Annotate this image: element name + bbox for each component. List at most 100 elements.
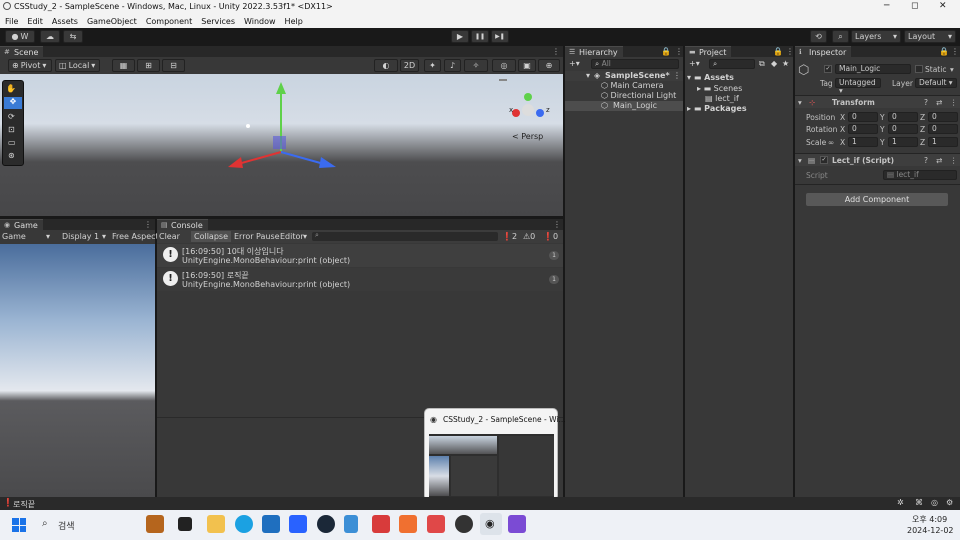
move-z-handle[interactable]: [280, 151, 325, 165]
step-button[interactable]: ▶❚: [491, 30, 509, 43]
visibility-toggle[interactable]: ◎: [492, 59, 516, 72]
position-z-field[interactable]: 0: [928, 112, 958, 122]
filter-icon[interactable]: ⧉: [759, 59, 765, 69]
transform-tool-icon[interactable]: ⊛: [8, 151, 15, 160]
project-item[interactable]: ▤ lect_if: [705, 94, 739, 103]
menu-help[interactable]: Help: [285, 17, 303, 26]
more-options-icon[interactable]: ⋮: [951, 46, 959, 57]
scene-root-row[interactable]: ▾ ◈ SampleScene* ⋮: [565, 71, 683, 81]
error-count-badge[interactable]: ❗0: [543, 232, 558, 241]
notepad-icon[interactable]: [344, 515, 358, 533]
preset-icon[interactable]: ⇄: [936, 156, 942, 165]
move-x-handle[interactable]: [237, 151, 282, 165]
tab-console[interactable]: ▤ Console: [157, 219, 208, 230]
more-options-icon[interactable]: ⋮: [675, 46, 683, 57]
account-button[interactable]: ● W: [5, 30, 35, 43]
menu-component[interactable]: Component: [146, 17, 192, 26]
align-button[interactable]: ⊟: [162, 59, 185, 72]
lock-icon[interactable]: 🔒: [773, 46, 783, 57]
persp-label[interactable]: < Persp: [512, 132, 543, 141]
orientation-gizmo-icon[interactable]: [522, 104, 534, 116]
scale-z-field[interactable]: 1: [928, 137, 958, 147]
console-entry[interactable]: ! [16:09:50] 로직끝 UnityEngine.MonoBehavio…: [157, 268, 563, 291]
more-options-icon[interactable]: ⋮: [786, 46, 794, 57]
pause-button[interactable]: ❚❚: [471, 30, 489, 43]
add-component-button[interactable]: Add Component: [806, 193, 948, 206]
project-search-input[interactable]: ⌕: [709, 59, 755, 69]
grid-snap-button[interactable]: ▦: [112, 59, 135, 72]
audio-toggle[interactable]: ♪: [444, 59, 461, 72]
search-button[interactable]: ⌕: [832, 30, 849, 43]
progress-icon[interactable]: ◎: [931, 498, 938, 507]
link-icon[interactable]: ∞: [828, 138, 834, 147]
play-button[interactable]: ▶: [451, 30, 469, 43]
more-options-icon[interactable]: ⋮: [144, 219, 152, 230]
tag-dropdown[interactable]: Untagged ▾: [835, 78, 881, 95]
close-button[interactable]: ✕: [939, 1, 947, 11]
more-options-icon[interactable]: ⋮: [950, 98, 958, 107]
file-explorer-icon[interactable]: [207, 515, 225, 533]
pivot-dropdown[interactable]: ⊕ Pivot ▾: [8, 59, 52, 72]
game-mode-dropdown[interactable]: Game: [2, 232, 26, 241]
help-icon[interactable]: ?: [924, 156, 928, 165]
collapse-toggle[interactable]: Collapse: [191, 231, 231, 242]
plane-handle[interactable]: [273, 136, 286, 149]
tab-scene[interactable]: # Scene: [0, 46, 44, 57]
taskbar-search-input[interactable]: 검색: [58, 519, 75, 532]
rotation-y-field[interactable]: 0: [888, 124, 918, 134]
position-y-field[interactable]: 0: [888, 112, 918, 122]
scale-y-field[interactable]: 1: [888, 137, 918, 147]
start-icon[interactable]: [12, 518, 26, 532]
help-icon[interactable]: ?: [924, 98, 928, 107]
settings-icon[interactable]: ⚙: [946, 498, 953, 507]
log-count-badge[interactable]: ❗2: [502, 232, 517, 241]
more-options-icon[interactable]: ⋮: [552, 46, 560, 57]
more-options-icon[interactable]: ⋮: [950, 156, 958, 165]
aspect-dropdown[interactable]: Free Aspect: [112, 232, 159, 241]
minimize-button[interactable]: ─: [884, 1, 889, 11]
layer-dropdown[interactable]: Default ▾: [915, 78, 957, 88]
static-checkbox[interactable]: [915, 65, 923, 73]
enabled-checkbox[interactable]: ✓: [820, 156, 828, 164]
draw-mode-button[interactable]: ◐: [374, 59, 398, 72]
menu-gameobject[interactable]: GameObject: [87, 17, 137, 26]
status-message[interactable]: 로직끝: [13, 499, 35, 510]
layers-dropdown[interactable]: Layers ▾: [851, 30, 901, 43]
hand-tool-icon[interactable]: ✋: [6, 84, 16, 93]
hierarchy-search-input[interactable]: ⌕ All: [591, 59, 679, 69]
increment-snap-button[interactable]: ⊞: [137, 59, 160, 72]
tab-game[interactable]: ◉ Game: [0, 219, 43, 230]
tab-project[interactable]: ▬ Project: [685, 46, 732, 57]
scene-viewport[interactable]: x z < Persp: [0, 74, 563, 216]
collab-button[interactable]: ⇆: [63, 30, 83, 43]
game-view[interactable]: [0, 244, 155, 497]
app-icon-red[interactable]: [372, 515, 390, 533]
menu-window[interactable]: Window: [244, 17, 276, 26]
more-options-icon[interactable]: ⋮: [553, 219, 561, 230]
lock-icon[interactable]: 🔒: [661, 46, 671, 57]
transform-header[interactable]: ▾ ⊹ Transform ? ⇄ ⋮: [795, 96, 960, 108]
tab-inspector[interactable]: ℹ Inspector: [795, 46, 852, 57]
gizmos-button[interactable]: ⊕: [538, 59, 560, 72]
packages-folder[interactable]: ▸ ▬ Packages: [687, 104, 747, 113]
rotation-z-field[interactable]: 0: [928, 124, 958, 134]
label-icon[interactable]: ◆: [771, 59, 777, 68]
add-icon[interactable]: +▾: [689, 59, 700, 68]
script-component-header[interactable]: ▾ ▤ ✓ Lect_if (Script) ? ⇄ ⋮: [795, 154, 960, 166]
taskbar-preview[interactable]: ◉ CSStudy_2 - SampleScene - Wi...: [424, 408, 566, 501]
lock-icon[interactable]: 🔒: [939, 46, 949, 57]
rotate-tool-icon[interactable]: ⟳: [8, 112, 15, 121]
rect-tool-icon[interactable]: ▭: [8, 138, 16, 147]
camera-button[interactable]: ▣: [518, 59, 536, 72]
steam-icon[interactable]: [317, 515, 335, 533]
effects-toggle[interactable]: ✧: [464, 59, 488, 72]
preset-icon[interactable]: ⇄: [936, 98, 942, 107]
more-options-icon[interactable]: ⋮: [673, 71, 681, 80]
menu-file[interactable]: File: [5, 17, 18, 26]
powerpoint-icon[interactable]: [399, 515, 417, 533]
object-name-field[interactable]: Main_Logic: [835, 64, 911, 74]
assets-folder[interactable]: ▾ ▬ Assets: [687, 73, 734, 82]
bug-icon[interactable]: ✲: [897, 498, 904, 507]
network-icon[interactable]: ⌘: [915, 498, 923, 507]
task-view-icon[interactable]: [178, 517, 192, 531]
